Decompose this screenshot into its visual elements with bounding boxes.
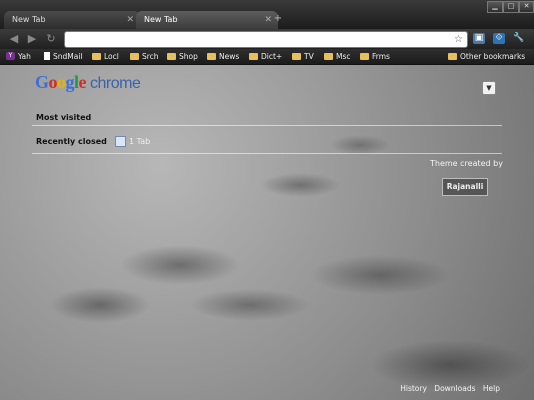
chrome-wordmark: chrome <box>90 75 141 92</box>
tab-1[interactable]: New Tab ✕ <box>4 11 140 29</box>
other-bookmarks[interactable]: Other bookmarks <box>448 49 525 64</box>
folder-icon <box>249 52 258 60</box>
forward-icon[interactable]: ▶ <box>24 32 40 46</box>
footer-links: History Downloads Help <box>395 384 500 393</box>
bookmark-folder-dict[interactable]: Dict+ <box>249 49 282 64</box>
bookmark-folder-srch[interactable]: Srch <box>130 49 159 64</box>
close-icon[interactable]: ✕ <box>126 11 134 29</box>
bookmarks-bar: Y Yah SndMail Locl Srch Shop News Dict+ T… <box>0 49 534 65</box>
window-icon <box>115 136 126 147</box>
reload-icon[interactable]: ↻ <box>43 32 59 46</box>
recently-closed-label: Recently closed <box>36 137 107 146</box>
ntp-options-icon[interactable]: ▼ <box>482 81 496 95</box>
help-link[interactable]: Help <box>483 384 500 393</box>
tab-2[interactable]: New Tab ✕ <box>136 11 278 29</box>
folder-icon <box>324 52 333 60</box>
minimize-icon[interactable]: ▁ <box>487 1 503 13</box>
address-input[interactable] <box>69 32 449 47</box>
most-visited-label[interactable]: Most visited <box>36 113 91 122</box>
close-window-icon[interactable]: ✕ <box>519 1 534 13</box>
folder-icon <box>292 52 301 60</box>
toolbar: ◀ ▶ ↻ ☆ ▣ ⟐ 🔧 <box>0 29 534 49</box>
star-icon[interactable]: ☆ <box>454 32 463 47</box>
maximize-icon[interactable]: □ <box>503 1 519 13</box>
history-link[interactable]: History <box>400 384 427 393</box>
tab-strip: New Tab ✕ New Tab ✕ + ▁ □ ✕ <box>0 0 534 29</box>
omnibox[interactable]: ☆ <box>64 31 468 48</box>
theme-credit-label: Theme created by <box>430 159 503 168</box>
yahoo-icon: Y <box>6 52 15 60</box>
bookmark-folder-tv[interactable]: TV <box>292 49 314 64</box>
back-icon[interactable]: ◀ <box>6 32 22 46</box>
extension-icon[interactable]: ▣ <box>473 33 485 44</box>
theme-author-badge[interactable]: Rajanalli <box>442 178 488 196</box>
recently-closed-item[interactable]: 1 Tab <box>115 135 150 149</box>
new-tab-button[interactable]: + <box>271 13 285 25</box>
tab-label: New Tab <box>144 15 178 24</box>
new-tab-page: Google chrome ▼ Most visited Recently clo… <box>0 65 534 400</box>
downloads-link[interactable]: Downloads <box>434 384 475 393</box>
bookmark-folder-frms[interactable]: Frms <box>360 49 390 64</box>
browser-window: New Tab ✕ New Tab ✕ + ▁ □ ✕ ◀ ▶ ↻ ☆ ▣ ⟐ … <box>0 0 534 400</box>
bookmark-folder-msc[interactable]: Msc <box>324 49 351 64</box>
google-chrome-logo: Google chrome <box>35 72 141 92</box>
folder-icon <box>167 52 176 60</box>
divider <box>32 125 502 126</box>
folder-icon <box>130 52 139 60</box>
page-icon <box>44 52 50 60</box>
folder-icon <box>360 52 369 60</box>
folder-icon <box>207 52 216 60</box>
bookmark-folder-locl[interactable]: Locl <box>92 49 119 64</box>
wrench-icon[interactable]: 🔧 <box>513 33 525 44</box>
bookmark-folder-shop[interactable]: Shop <box>167 49 198 64</box>
bookmark-sndmail[interactable]: SndMail <box>44 49 83 64</box>
bookmark-yah[interactable]: Y Yah <box>6 49 31 64</box>
folder-icon <box>92 52 101 60</box>
extension-icon-2[interactable]: ⟐ <box>493 33 505 44</box>
divider <box>32 153 502 154</box>
tab-label: New Tab <box>12 15 46 24</box>
folder-icon <box>448 52 457 60</box>
bookmark-folder-news[interactable]: News <box>207 49 239 64</box>
